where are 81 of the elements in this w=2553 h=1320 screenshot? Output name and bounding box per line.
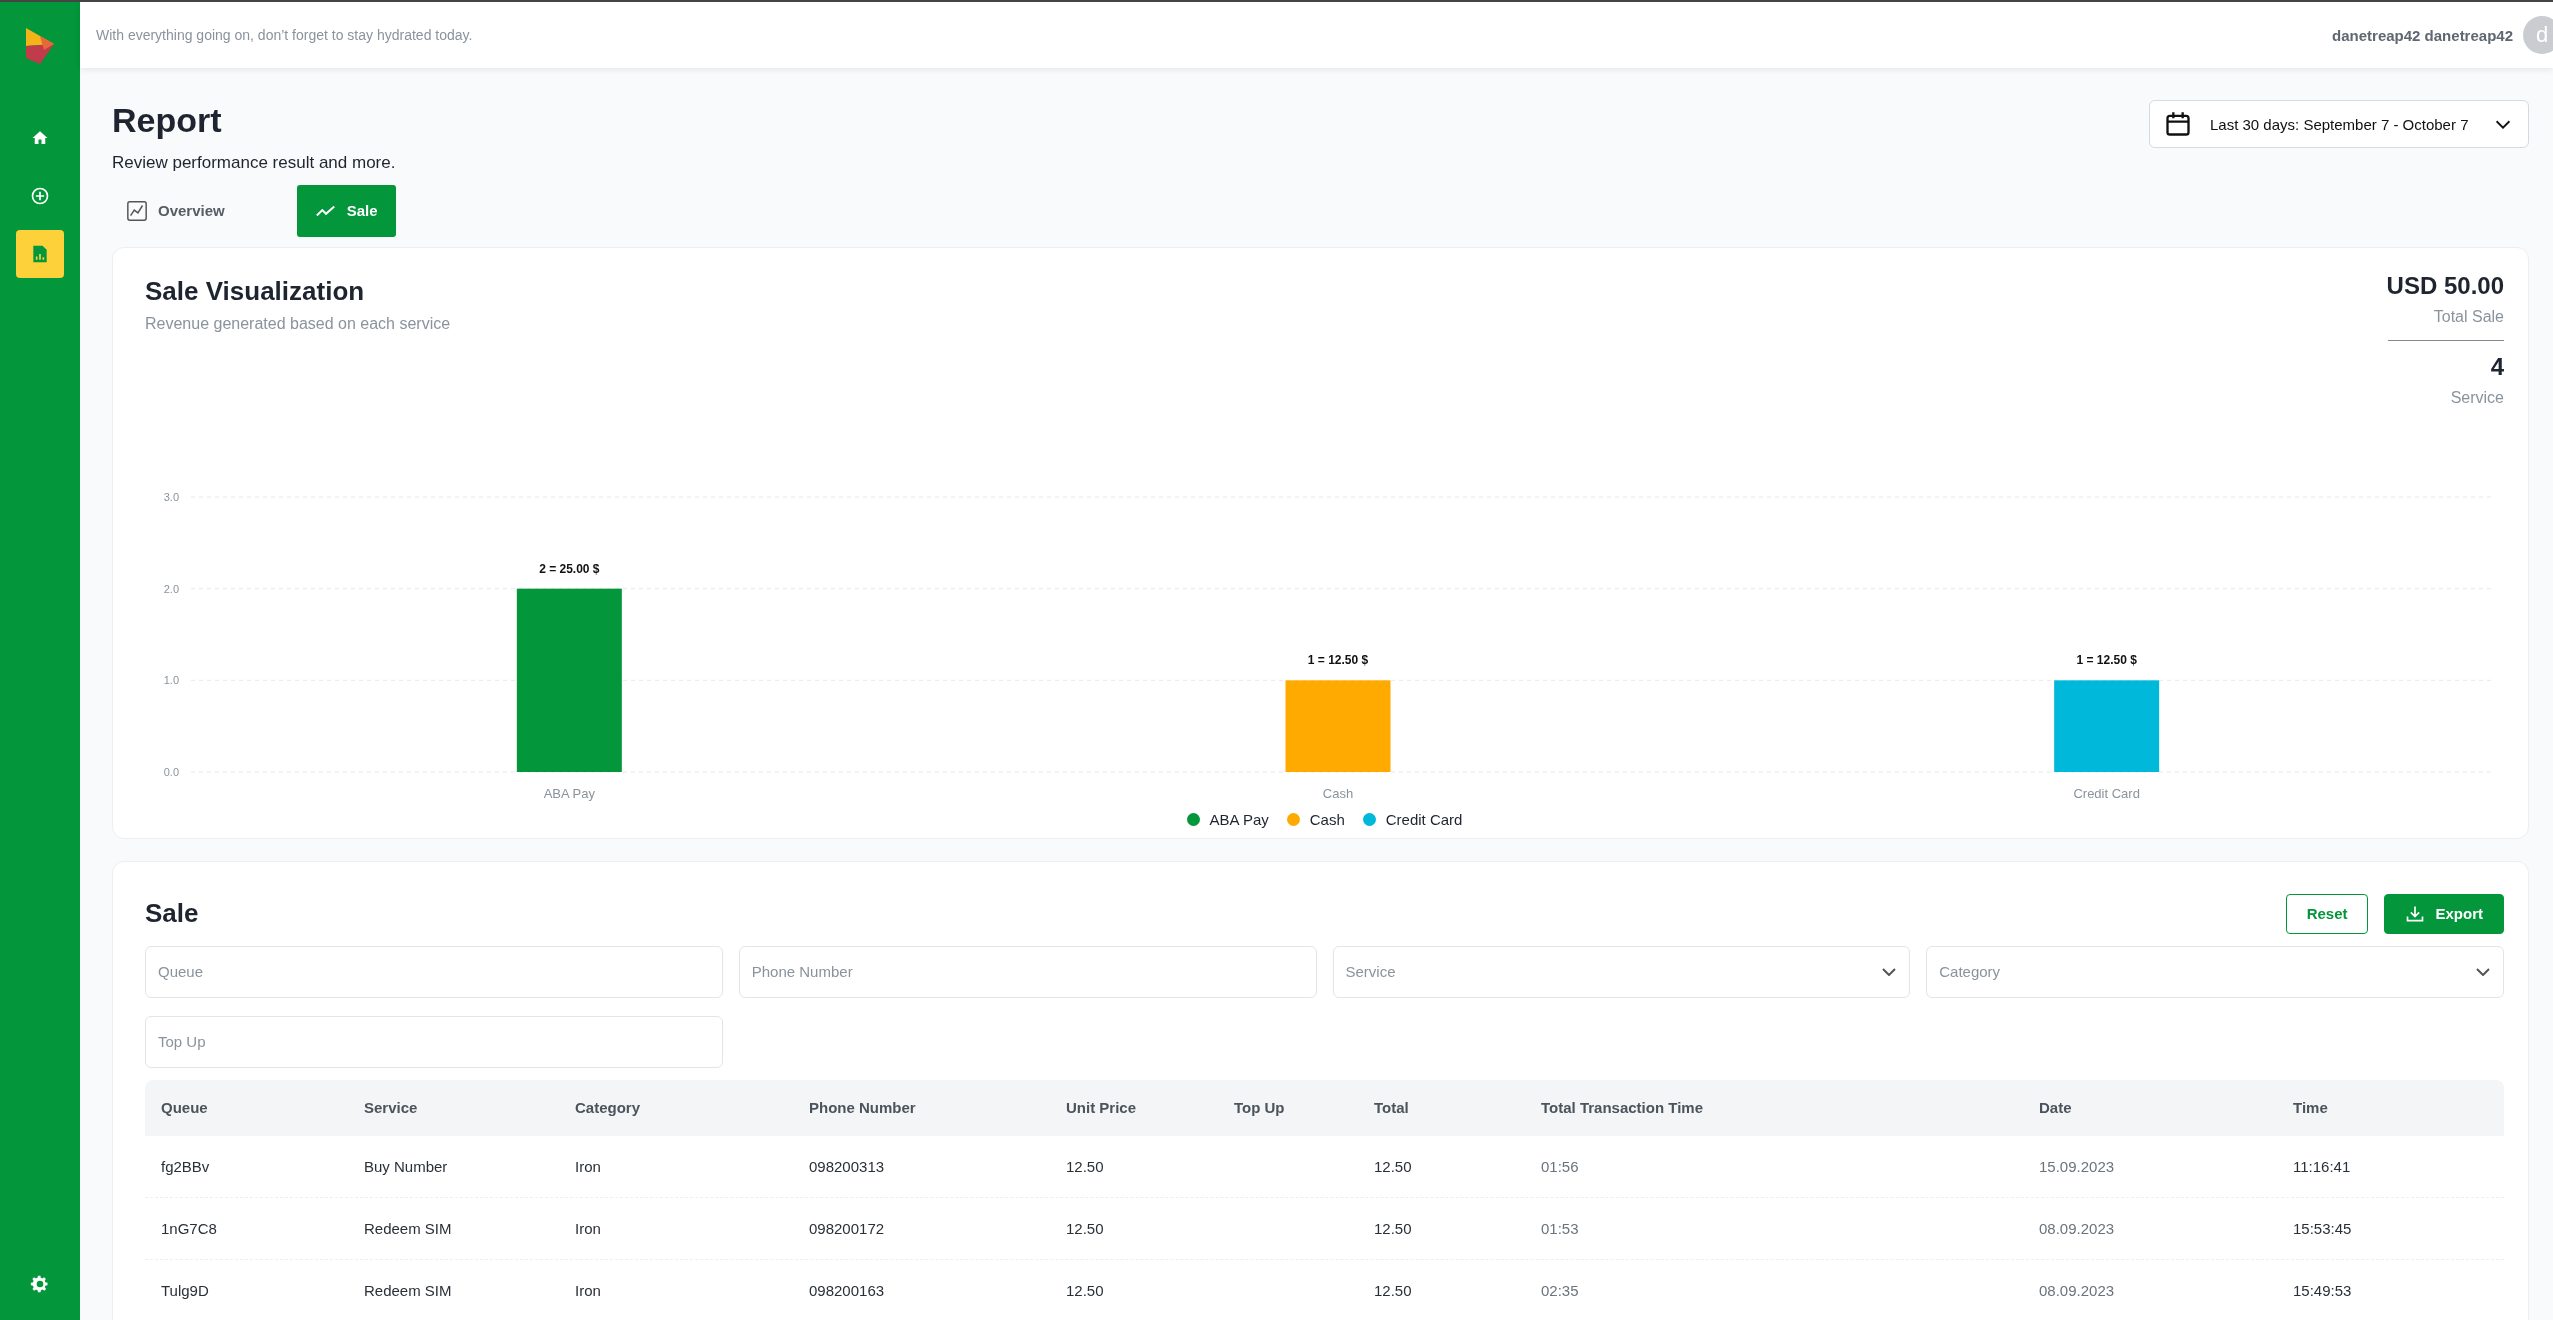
table-cell: 11:16:41 bbox=[2293, 1157, 2351, 1175]
table-cell: 15:53:45 bbox=[2293, 1219, 2352, 1237]
page-title: Report bbox=[112, 100, 223, 141]
home-icon bbox=[31, 129, 49, 147]
axis-tick-label: 1.0 bbox=[163, 674, 179, 687]
table-cell: Tulg9D bbox=[161, 1281, 209, 1299]
header-message: With everything going on, don’t forget to stay hydrated today. bbox=[96, 27, 473, 43]
table-cell: Iron bbox=[575, 1281, 601, 1299]
category-label: Cash bbox=[1322, 785, 1354, 801]
table-cell: 15.09.2023 bbox=[2039, 1157, 2115, 1175]
card-title: Sale Visualization bbox=[145, 275, 366, 307]
chart-file-icon bbox=[31, 244, 49, 264]
total-sale-label: Total Sale bbox=[2433, 307, 2504, 326]
column-header: Phone Number bbox=[809, 1099, 917, 1117]
table-cell: 12.50 bbox=[1374, 1281, 1412, 1299]
total-sale-value: USD 50.00 bbox=[2386, 271, 2504, 300]
table-cell: 098200313 bbox=[809, 1157, 885, 1175]
tab[interactable]: Overview bbox=[126, 184, 241, 237]
table-cell: 15:49:53 bbox=[2293, 1281, 2352, 1299]
table-cell: 098200163 bbox=[809, 1281, 885, 1299]
calendar-icon bbox=[2164, 110, 2192, 138]
reset-button[interactable]: Reset bbox=[2285, 893, 2369, 934]
column-header: Unit Price bbox=[1066, 1099, 1138, 1117]
table-cell: 12.50 bbox=[1374, 1157, 1412, 1175]
table-cell: 12.50 bbox=[1066, 1281, 1104, 1299]
legend-label: Cash bbox=[1309, 810, 1345, 828]
table-cell: 02:35 bbox=[1541, 1281, 1579, 1299]
category-label: ABA Pay bbox=[543, 785, 595, 801]
chevron-down-icon bbox=[2476, 967, 2490, 976]
column-header: Service bbox=[364, 1099, 419, 1117]
column-header: Total bbox=[1374, 1099, 1410, 1117]
table-cell: 12.50 bbox=[1066, 1219, 1104, 1237]
card-subtitle: Revenue generated based on each service bbox=[145, 314, 451, 333]
column-header: Total Transaction Time bbox=[1541, 1099, 1704, 1117]
axis-tick-label: 2.0 bbox=[163, 582, 179, 595]
export-button[interactable]: Export bbox=[2384, 893, 2504, 934]
logo bbox=[24, 26, 56, 66]
table-cell: Iron bbox=[575, 1157, 601, 1175]
value-label: 1 = 12.50 $ bbox=[2076, 653, 2137, 668]
section-title: Sale bbox=[145, 898, 199, 930]
table-cell: Redeem SIM bbox=[364, 1281, 452, 1299]
table-cell: fg2BBv bbox=[161, 1157, 210, 1175]
legend-label: Credit Card bbox=[1385, 810, 1463, 828]
axis-tick-label: 0.0 bbox=[163, 765, 179, 778]
table-cell: 08.09.2023 bbox=[2039, 1281, 2115, 1299]
settings-icon bbox=[30, 1274, 50, 1294]
chevron-down-icon bbox=[1882, 967, 1897, 976]
table-cell: 12.50 bbox=[1066, 1157, 1104, 1175]
table-cell: 1nG7C8 bbox=[161, 1219, 217, 1237]
input-field[interactable]: Queue bbox=[145, 945, 723, 998]
axis-tick-label: 3.0 bbox=[163, 490, 179, 503]
table-cell: 01:56 bbox=[1541, 1157, 1579, 1175]
input-field[interactable]: Phone Number bbox=[738, 945, 1317, 998]
chart-icon bbox=[126, 199, 148, 222]
input-field[interactable]: Top Up bbox=[145, 1015, 723, 1068]
column-header: Top Up bbox=[1234, 1099, 1286, 1117]
legend-label: ABA Pay bbox=[1209, 810, 1269, 828]
user-name: danetreap42 danetreap42 bbox=[2332, 26, 2513, 44]
report-nav-button[interactable] bbox=[16, 230, 64, 278]
tab[interactable]: Sale bbox=[296, 184, 396, 237]
table-cell: 098200172 bbox=[809, 1219, 885, 1237]
table-cell: 08.09.2023 bbox=[2039, 1219, 2115, 1237]
column-header: Queue bbox=[161, 1099, 209, 1117]
column-header: Category bbox=[575, 1099, 642, 1117]
date-range-picker[interactable]: Last 30 days: September 7 - October 7 bbox=[2149, 100, 2529, 148]
service-count: 4 bbox=[2490, 352, 2504, 381]
table-cell: 12.50 bbox=[1374, 1219, 1412, 1237]
page-subtitle: Review performance result and more. bbox=[112, 152, 396, 173]
value-label: 1 = 12.50 $ bbox=[1307, 653, 1369, 668]
service-label: Service bbox=[2450, 388, 2504, 407]
select-field[interactable]: Category bbox=[1926, 945, 2504, 998]
select-field[interactable]: Service bbox=[1332, 945, 1911, 998]
table-cell: Buy Number bbox=[364, 1157, 448, 1175]
table-cell: Iron bbox=[575, 1219, 601, 1237]
table-cell: 01:53 bbox=[1541, 1219, 1579, 1237]
column-header: Time bbox=[2293, 1099, 2329, 1117]
value-label: 2 = 25.00 $ bbox=[539, 561, 600, 576]
category-label: Credit Card bbox=[2073, 785, 2140, 801]
column-header: Date bbox=[2039, 1099, 2073, 1117]
table-cell: Redeem SIM bbox=[364, 1219, 452, 1237]
plus-circle-icon bbox=[30, 186, 50, 206]
